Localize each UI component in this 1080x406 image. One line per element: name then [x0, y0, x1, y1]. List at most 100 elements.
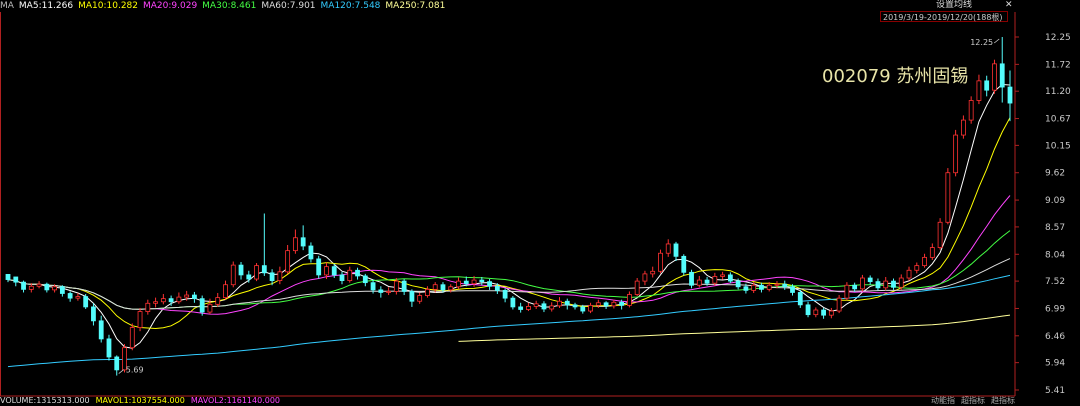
candle-body [658, 252, 663, 272]
candle [572, 302, 578, 310]
candle [339, 271, 345, 285]
ma-indicator-3: MA20:9.029 [143, 1, 198, 11]
ma-line-MA250 [458, 314, 1011, 342]
candle-body [898, 277, 904, 288]
candle-body [145, 302, 151, 312]
candle-body [21, 281, 26, 290]
candle [98, 315, 104, 343]
candle-body [471, 279, 477, 285]
indicator-tab-1[interactable]: 超指标 [961, 396, 985, 405]
candle-body [261, 265, 267, 274]
candle-body [331, 266, 337, 276]
candle-body [269, 272, 275, 281]
candle [83, 294, 89, 309]
candle [914, 262, 920, 274]
candle-body [727, 274, 733, 282]
candle [929, 243, 935, 260]
volume-indicator-1: MAVOL1:1037554.000 [95, 396, 185, 405]
candle-body [285, 250, 291, 273]
candle-body [712, 276, 718, 284]
candle-body [526, 305, 531, 310]
candle [642, 270, 648, 286]
candle [518, 302, 524, 313]
candle-body [541, 303, 547, 310]
candle [386, 287, 392, 296]
candle [937, 218, 943, 250]
candle [665, 239, 671, 257]
candle [999, 37, 1005, 103]
candle [906, 266, 912, 281]
candle-body [254, 265, 259, 280]
candle-body [960, 119, 966, 136]
candle-body [52, 286, 58, 291]
candle-body [580, 306, 586, 312]
candle [805, 301, 811, 318]
candle [5, 273, 11, 283]
indicator-tab-0[interactable]: 动能指 [931, 396, 955, 405]
candle-body [246, 274, 252, 280]
candle-body [696, 279, 702, 286]
candle-body [160, 298, 166, 303]
y-tick-label: 7.52 [1045, 277, 1065, 287]
candle [782, 280, 788, 290]
candle-body [300, 237, 306, 247]
candle [114, 355, 120, 376]
candle [362, 273, 368, 287]
candle-body [984, 80, 990, 91]
candle [215, 292, 221, 307]
candle-body [626, 294, 632, 306]
candle-body [502, 289, 508, 299]
candle-body [634, 280, 640, 295]
candle-body [83, 296, 89, 308]
candle-body [1007, 86, 1013, 104]
candle-body [968, 100, 974, 121]
candle-body [494, 285, 500, 291]
candle-body [735, 280, 741, 288]
candle [828, 307, 834, 319]
candle-body [999, 63, 1005, 88]
candle [129, 323, 135, 351]
candle-body [456, 280, 461, 288]
close-icon[interactable]: ✕ [1005, 0, 1013, 10]
indicator-tab-2[interactable]: 趋指标 [991, 396, 1015, 405]
candle-body [137, 311, 143, 328]
y-tick-label: 11.72 [1045, 60, 1071, 70]
candle-body [106, 338, 112, 358]
candle-body [292, 237, 298, 252]
candle [650, 266, 656, 278]
candle-body [393, 280, 399, 292]
candle-body [937, 221, 943, 248]
candle-body [362, 275, 368, 284]
y-tick-label: 12.25 [1045, 33, 1071, 43]
candle [634, 278, 640, 297]
candle [549, 302, 555, 312]
candle-body [59, 286, 65, 294]
candle [867, 275, 873, 285]
candle-body [223, 284, 228, 299]
candle-body [13, 276, 19, 283]
candle-body [844, 284, 850, 299]
candle-body [409, 291, 415, 302]
candle [308, 242, 314, 263]
candle-body [230, 264, 236, 286]
candle-body [67, 293, 73, 299]
candle-body [665, 243, 671, 254]
candle [658, 249, 663, 274]
settings-ma-link[interactable]: 设置均线 [936, 0, 972, 11]
candle-body [821, 309, 826, 316]
candle [36, 281, 42, 289]
low-annotation: 5.69 [126, 366, 144, 375]
candle-body [743, 286, 749, 291]
candlestick-chart[interactable]: 12.25 11.72 11.20 10.67 10.15 9.62 9.09 8.57 8.0… [0, 0, 1080, 406]
volume-indicator-0: VOLUME:1315313.000 [0, 396, 90, 405]
candle [106, 334, 112, 361]
candle [355, 267, 360, 280]
candle-body [277, 271, 283, 281]
candle-body [875, 281, 881, 289]
indicator-tabs[interactable]: 动能指 超指标 趋指标 [870, 396, 1015, 406]
candle [821, 307, 826, 319]
high-pointer [993, 38, 1000, 44]
candle-body [797, 292, 803, 306]
candle-body [782, 283, 788, 288]
volume-indicator-bar: VOLUME:1315313.000 MAVOL1:1037554.000 MAVO… [0, 396, 1015, 406]
